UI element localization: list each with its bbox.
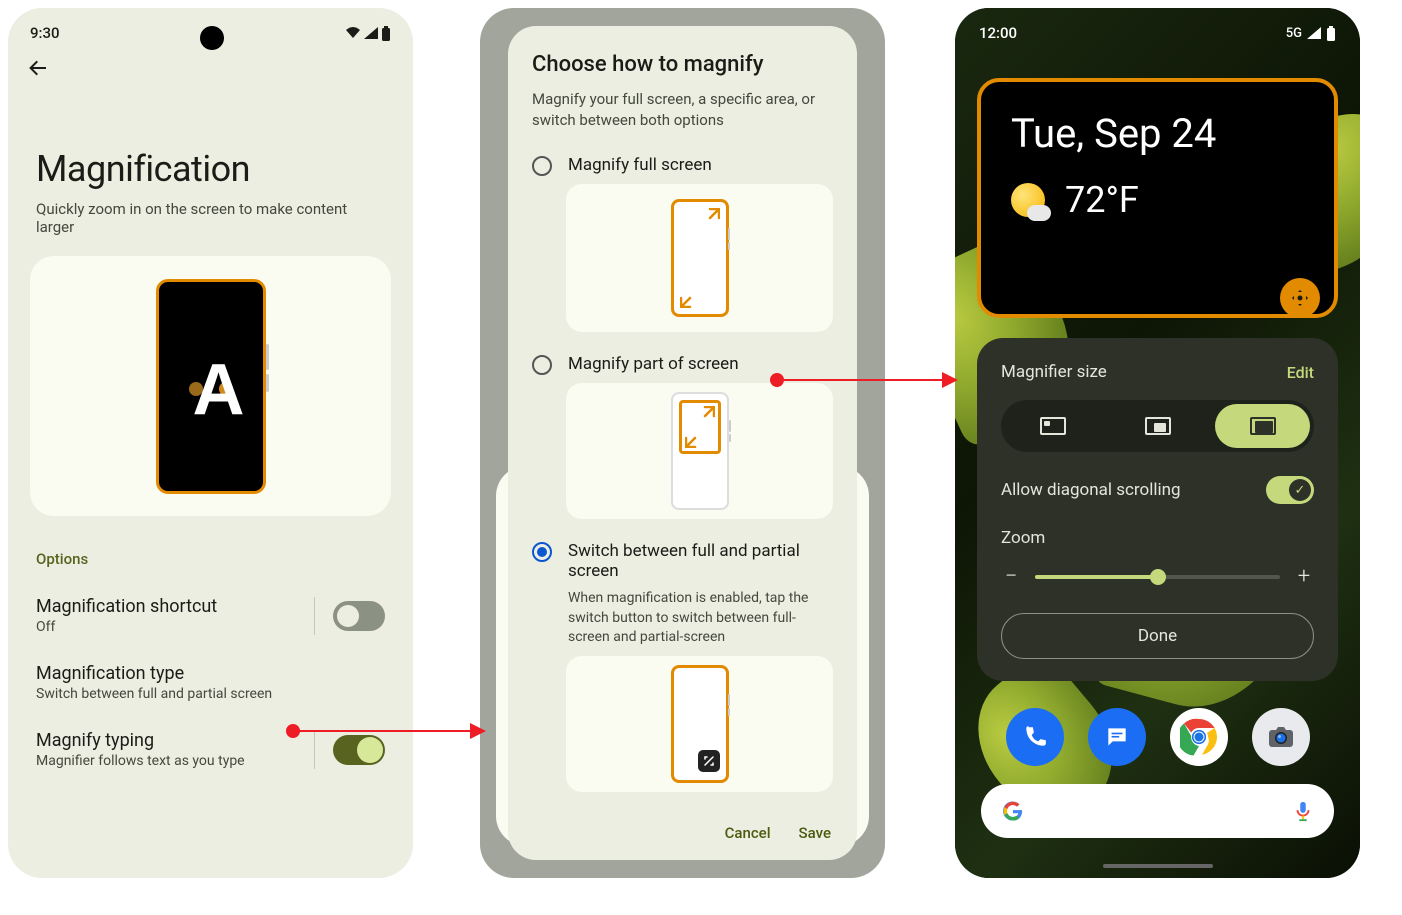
done-button[interactable]: Done (1001, 613, 1314, 659)
status-icons (345, 26, 391, 41)
search-bar[interactable] (981, 784, 1334, 838)
chrome-app-icon[interactable] (1170, 708, 1228, 766)
save-button[interactable]: Save (799, 824, 831, 842)
size-medium-button[interactable] (1110, 404, 1205, 448)
magnification-settings-screen: 9:30 Magnification Quickly zoom in on th… (8, 8, 413, 878)
row-sub: Magnifier follows text as you type (36, 753, 245, 769)
status-icons: 5G (1286, 26, 1336, 41)
radio-label: Magnify part of screen (568, 354, 739, 375)
size-small-button[interactable] (1005, 404, 1100, 448)
magnification-preview: A (30, 256, 391, 516)
magnifier-overlay-screen: 12:00 5G Tue, Sep 24 72°F Magnifier size… (955, 8, 1360, 878)
back-button[interactable] (8, 48, 413, 84)
magnifier-window[interactable]: Tue, Sep 24 72°F (977, 78, 1338, 318)
shortcut-toggle[interactable] (333, 601, 385, 631)
magnify-dialog-screen: Choose how to magnify Magnify your full … (480, 8, 885, 878)
zoom-increase-button[interactable]: + (1294, 564, 1314, 589)
radio-label: Switch between full and partial screen (568, 541, 833, 581)
switch-icon (698, 750, 720, 772)
messages-app-icon[interactable] (1088, 708, 1146, 766)
preview-phone-icon: A (156, 279, 266, 494)
magnification-shortcut-row[interactable]: Magnification shortcut Off (8, 582, 413, 649)
home-indicator[interactable] (1103, 864, 1213, 868)
radio-label: Magnify full screen (568, 155, 712, 176)
radio-icon (532, 156, 552, 176)
option-switch-both[interactable]: Switch between full and partial screen (532, 541, 833, 581)
flow-arrow-2 (772, 371, 962, 391)
option-switch-desc: When magnification is enabled, tap the s… (568, 589, 833, 648)
move-handle[interactable] (1280, 278, 1320, 318)
google-g-icon (1001, 799, 1025, 823)
magnification-type-row[interactable]: Magnification type Switch between full a… (8, 649, 413, 716)
status-bar: 12:00 5G (955, 24, 1360, 42)
size-segmented-control (1001, 400, 1314, 452)
switch-illustration (566, 656, 833, 792)
cancel-button[interactable]: Cancel (725, 824, 771, 842)
dialog-subtitle: Magnify your full screen, a specific are… (532, 89, 833, 131)
row-title: Magnification type (36, 663, 272, 684)
zoom-decrease-button[interactable]: − (1001, 564, 1021, 589)
mic-icon[interactable] (1292, 800, 1314, 822)
network-label: 5G (1286, 26, 1302, 41)
page-title: Magnification (8, 84, 413, 200)
status-time: 9:30 (30, 24, 60, 42)
magnifier-settings-panel: Magnifier size Edit Allow diagonal scrol… (977, 338, 1338, 681)
app-dock (955, 708, 1360, 766)
row-title: Magnify typing (36, 730, 245, 751)
radio-icon (532, 355, 552, 375)
options-header: Options (8, 546, 413, 582)
phone-app-icon[interactable] (1006, 708, 1064, 766)
temperature: 72°F (1065, 179, 1139, 221)
diagonal-label: Allow diagonal scrolling (1001, 480, 1181, 500)
camera-app-icon[interactable] (1252, 708, 1310, 766)
part-screen-illustration (566, 383, 833, 519)
status-time: 12:00 (979, 24, 1017, 42)
weather-icon (1011, 183, 1045, 217)
radio-icon (532, 542, 552, 562)
magnified-date: Tue, Sep 24 (1011, 110, 1304, 157)
magnify-dialog: Choose how to magnify Magnify your full … (508, 26, 857, 860)
size-large-button[interactable] (1215, 404, 1310, 448)
edit-button[interactable]: Edit (1287, 363, 1314, 382)
row-sub: Switch between full and partial screen (36, 686, 272, 702)
camera-punch-hole (200, 26, 224, 50)
row-title: Magnification shortcut (36, 596, 217, 617)
flow-arrow-1 (288, 722, 488, 742)
full-screen-illustration (566, 184, 833, 332)
magnified-weather: 72°F (1011, 179, 1304, 221)
row-sub: Off (36, 619, 217, 635)
zoom-label: Zoom (1001, 528, 1314, 548)
page-subtitle: Quickly zoom in on the screen to make co… (8, 200, 413, 256)
diagonal-toggle[interactable] (1266, 476, 1314, 504)
zoom-slider[interactable] (1035, 575, 1280, 579)
option-full-screen[interactable]: Magnify full screen (532, 155, 833, 176)
dialog-title: Choose how to magnify (532, 52, 833, 77)
size-label: Magnifier size (1001, 362, 1107, 382)
